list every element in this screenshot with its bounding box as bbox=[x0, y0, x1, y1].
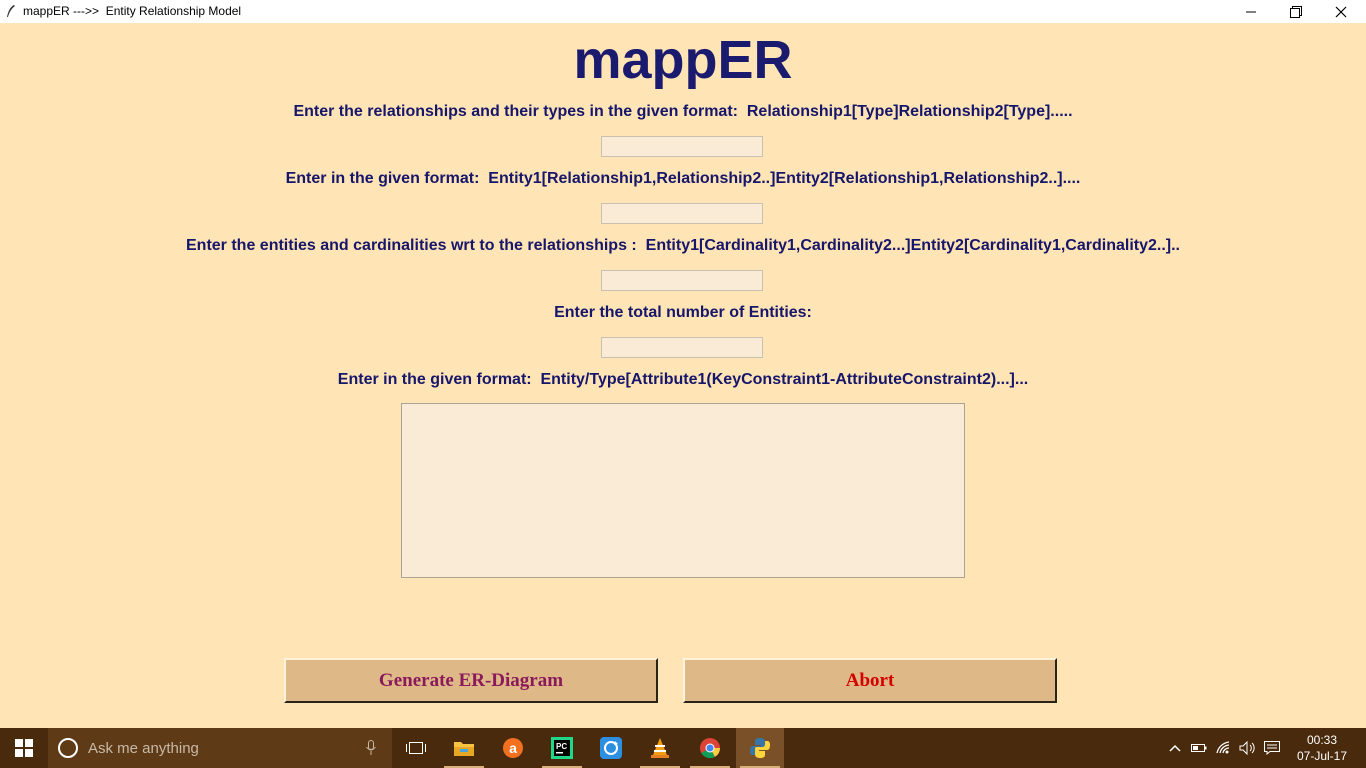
clock-date: 07-Jul-17 bbox=[1296, 749, 1348, 763]
task-view-button[interactable] bbox=[392, 728, 440, 768]
vlc-icon bbox=[651, 738, 669, 758]
window-titlebar[interactable]: mappER --->> Entity Relationship Model bbox=[0, 0, 1366, 23]
volume-button[interactable] bbox=[1237, 728, 1259, 768]
avast-icon: a bbox=[503, 738, 523, 758]
total-entities-label: Enter the total number of Entities: bbox=[554, 304, 812, 321]
volume-icon bbox=[1239, 741, 1255, 755]
generate-er-diagram-button[interactable]: Generate ER-Diagram bbox=[284, 658, 658, 703]
task-view-icon bbox=[406, 742, 426, 754]
taskbar: Ask me anything a PC 00:33 07-Jul-17 bbox=[0, 728, 1366, 768]
cortana-icon bbox=[58, 738, 78, 758]
wifi-button[interactable] bbox=[1212, 728, 1236, 768]
close-icon bbox=[1335, 6, 1347, 17]
python-button[interactable] bbox=[736, 728, 784, 768]
cardinalities-label: Enter the entities and cardinalities wrt… bbox=[186, 237, 1180, 254]
feather-icon bbox=[7, 5, 15, 17]
cardinalities-input[interactable] bbox=[601, 270, 763, 291]
file-explorer-button[interactable] bbox=[440, 728, 488, 768]
app-title: mappER bbox=[573, 30, 793, 90]
start-button[interactable] bbox=[0, 728, 48, 768]
search-placeholder: Ask me anything bbox=[88, 740, 199, 757]
minimize-icon bbox=[1246, 11, 1256, 12]
relationships-input[interactable] bbox=[601, 136, 763, 157]
action-center-button[interactable] bbox=[1260, 728, 1284, 768]
minimize-button[interactable] bbox=[1228, 0, 1274, 23]
pycharm-icon: PC bbox=[551, 737, 573, 759]
attributes-label: Enter in the given format: Entity/Type[A… bbox=[337, 371, 1029, 388]
wifi-icon bbox=[1216, 741, 1230, 754]
chevron-up-icon bbox=[1169, 744, 1181, 752]
sync-icon bbox=[600, 737, 622, 759]
notification-icon bbox=[1264, 741, 1280, 755]
python-icon bbox=[750, 738, 770, 758]
restore-icon bbox=[1290, 5, 1302, 18]
clock-time: 00:33 bbox=[1306, 733, 1338, 747]
restore-button[interactable] bbox=[1273, 0, 1319, 23]
battery-icon bbox=[1191, 744, 1207, 752]
battery-button[interactable] bbox=[1188, 728, 1210, 768]
window-title: mappER --->> Entity Relationship Model bbox=[23, 4, 242, 18]
svg-text:a: a bbox=[509, 740, 517, 756]
file-explorer-icon bbox=[454, 742, 474, 756]
windows-icon bbox=[15, 739, 33, 757]
cortana-search-box[interactable]: Ask me anything bbox=[48, 728, 392, 768]
pycharm-button[interactable]: PC bbox=[538, 728, 586, 768]
svg-text:PC: PC bbox=[556, 742, 567, 751]
sync-button[interactable] bbox=[587, 728, 635, 768]
avast-button[interactable]: a bbox=[489, 728, 537, 768]
attributes-textarea[interactable] bbox=[401, 403, 965, 578]
entities-relationships-input[interactable] bbox=[601, 203, 763, 224]
show-hidden-icons-button[interactable] bbox=[1164, 728, 1186, 768]
microphone-icon[interactable] bbox=[366, 740, 376, 756]
abort-button[interactable]: Abort bbox=[683, 658, 1057, 703]
total-entities-input[interactable] bbox=[601, 337, 763, 358]
system-clock[interactable]: 00:33 07-Jul-17 bbox=[1290, 732, 1354, 764]
entities-relationships-label: Enter in the given format: Entity1[Relat… bbox=[285, 170, 1081, 187]
relationships-label: Enter the relationships and their types … bbox=[293, 103, 1073, 120]
chrome-button[interactable] bbox=[686, 728, 734, 768]
vlc-button[interactable] bbox=[636, 728, 684, 768]
chrome-icon bbox=[700, 738, 721, 759]
close-button[interactable] bbox=[1318, 0, 1364, 23]
